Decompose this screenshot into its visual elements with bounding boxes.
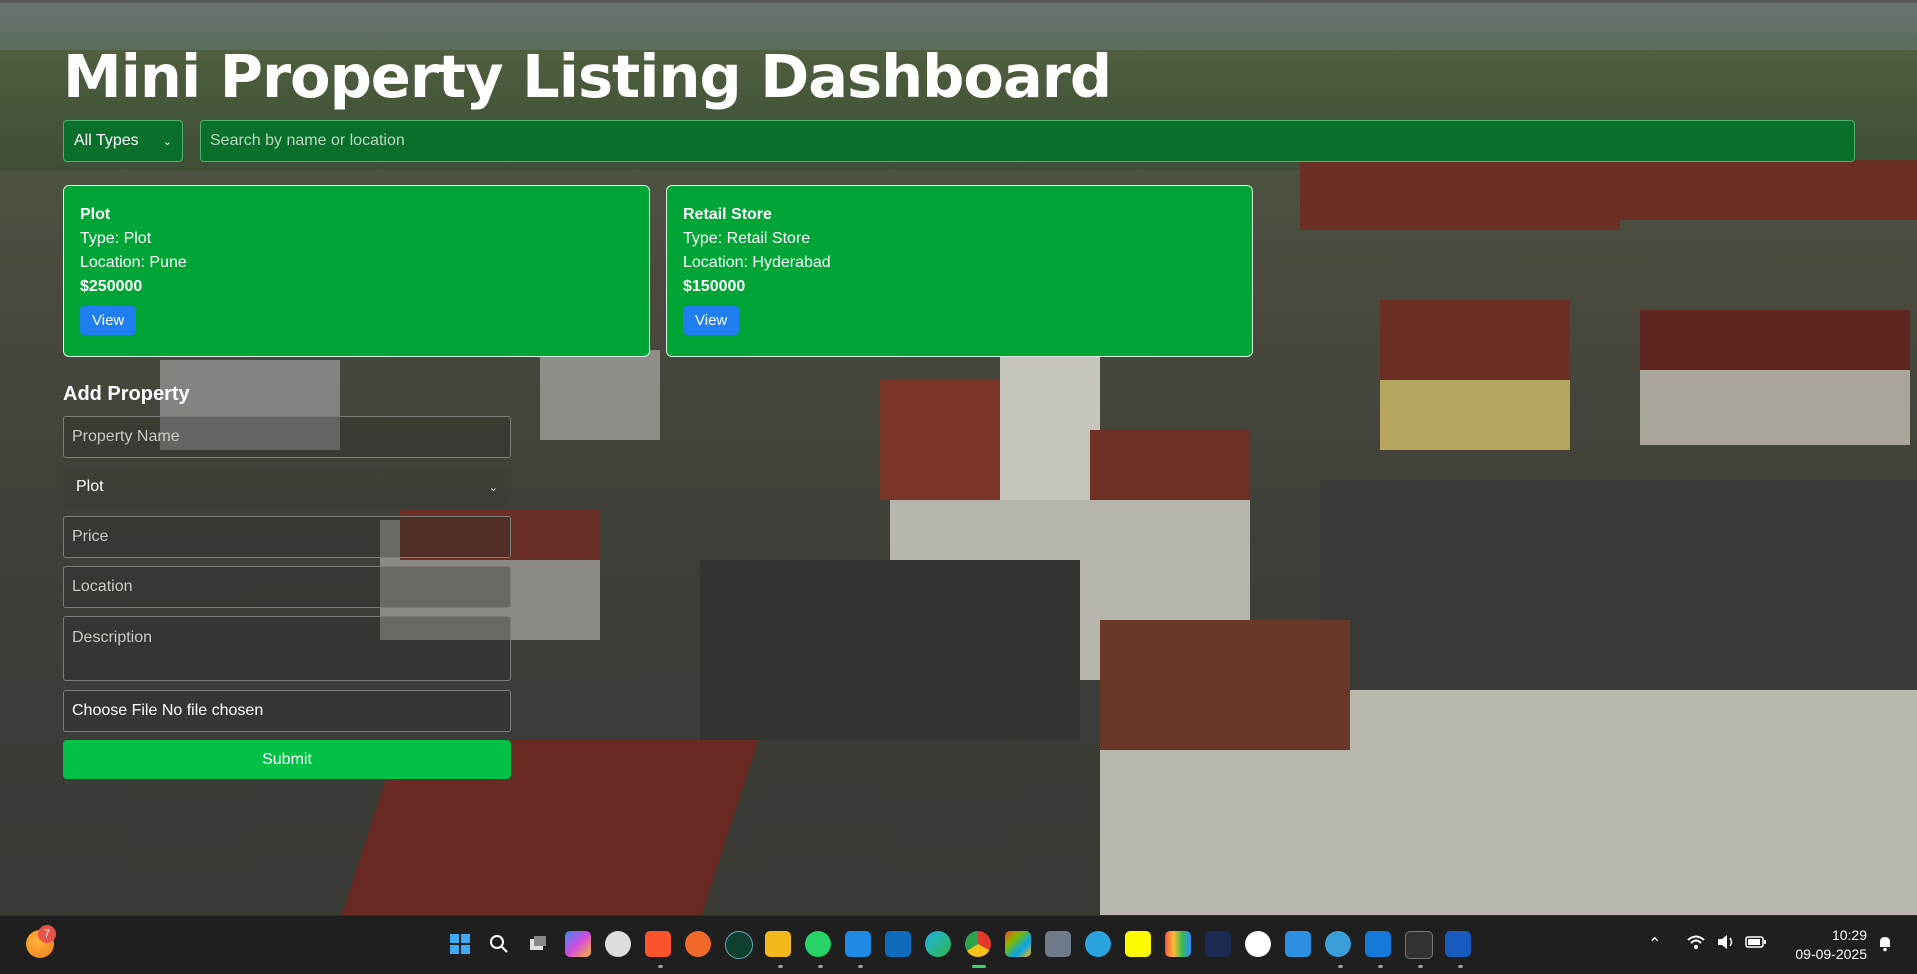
add-property-heading: Add Property — [63, 383, 190, 405]
listing-price: $150000 — [683, 278, 746, 295]
view-button[interactable]: View — [80, 306, 137, 335]
listing-card: Plot Type: Plot Location: Pune $250000 V… — [63, 185, 650, 357]
price-input[interactable]: Price — [63, 516, 511, 558]
github-icon[interactable] — [1245, 931, 1271, 957]
store-icon[interactable] — [1005, 931, 1031, 957]
brave-icon[interactable] — [645, 931, 671, 957]
description-placeholder: Description — [72, 629, 153, 646]
listing-name: Plot — [80, 206, 111, 223]
browser-icon[interactable] — [1325, 931, 1351, 957]
battery-icon[interactable] — [1745, 934, 1767, 953]
task-view-icon[interactable] — [525, 931, 551, 957]
type-filter-value: All Types — [74, 132, 139, 149]
property-type-value: Plot — [76, 478, 104, 495]
file-explorer-icon[interactable] — [765, 931, 791, 957]
listing-location: Location: Pune — [80, 254, 187, 271]
running-indicator — [1458, 965, 1463, 968]
running-indicator — [858, 965, 863, 968]
chevron-down-icon: ⌄ — [162, 135, 172, 148]
whatsapp-web-icon[interactable] — [605, 931, 631, 957]
notification-badge: 7 — [38, 925, 56, 943]
chrome-icon[interactable] — [965, 931, 991, 957]
location-input[interactable]: Location — [63, 566, 511, 608]
listing-price: $250000 — [80, 278, 143, 295]
outlook-icon[interactable] — [885, 931, 911, 957]
library-icon[interactable] — [1165, 931, 1191, 957]
price-placeholder: Price — [72, 528, 109, 545]
clock[interactable]: 10:29 09-09-2025 — [1795, 926, 1867, 964]
search-icon[interactable] — [486, 931, 512, 957]
chevron-down-icon: ⌄ — [488, 481, 498, 494]
notification-bell-icon[interactable] — [1876, 934, 1894, 956]
chevron-up-icon[interactable]: ⌃ — [1648, 934, 1661, 953]
listing-type: Type: Retail Store — [683, 230, 811, 247]
listing-name: Retail Store — [683, 206, 772, 223]
active-indicator — [972, 965, 986, 968]
swift-icon[interactable] — [685, 931, 711, 957]
property-name-input[interactable]: Property Name — [63, 416, 511, 458]
property-type-select[interactable]: Plot ⌄ — [63, 466, 511, 508]
dark-app-icon[interactable] — [725, 931, 753, 959]
listing-location: Location: Hyderabad — [683, 254, 831, 271]
whatsapp-icon[interactable] — [805, 931, 831, 957]
file-input[interactable]: Choose File No file chosen — [63, 690, 511, 732]
clock-time: 10:29 — [1831, 927, 1867, 943]
calculator-icon[interactable] — [1045, 931, 1071, 957]
running-indicator — [778, 965, 783, 968]
edge-icon[interactable] — [925, 931, 951, 957]
view-button[interactable]: View — [683, 306, 740, 335]
listing-type: Type: Plot — [80, 230, 152, 247]
window-top-border — [0, 0, 1917, 3]
volume-icon[interactable] — [1716, 934, 1736, 954]
file-input-label: Choose File No file chosen — [72, 702, 264, 719]
page-title: Mini Property Listing Dashboard — [63, 42, 1112, 111]
type-filter-select[interactable]: All Types ⌄ — [63, 120, 183, 162]
running-indicator — [1338, 965, 1343, 968]
taskbar: 7 ⌃ 10:29 09-09-2025 — [0, 915, 1917, 974]
wifi-icon[interactable] — [1686, 934, 1706, 954]
snapchat-icon[interactable] — [1125, 931, 1151, 957]
running-indicator — [818, 965, 823, 968]
copilot-icon[interactable] — [565, 931, 591, 957]
photos-icon[interactable] — [1285, 931, 1311, 957]
property-name-placeholder: Property Name — [72, 428, 180, 445]
listing-card: Retail Store Type: Retail Store Location… — [666, 185, 1253, 357]
mail-icon[interactable] — [1365, 931, 1391, 957]
description-textarea[interactable]: Description — [63, 616, 511, 681]
start-icon[interactable] — [447, 931, 473, 957]
location-placeholder: Location — [72, 578, 133, 595]
running-indicator — [658, 965, 663, 968]
telegram-icon[interactable] — [1085, 931, 1111, 957]
running-indicator — [1378, 965, 1383, 968]
terminal-icon[interactable] — [1405, 931, 1433, 959]
vscode-icon[interactable] — [845, 931, 871, 957]
search-input[interactable]: Search by name or location — [200, 120, 1855, 162]
running-indicator — [1418, 965, 1423, 968]
dark-square-icon[interactable] — [1205, 931, 1231, 957]
clock-date: 09-09-2025 — [1795, 946, 1867, 962]
search-placeholder: Search by name or location — [210, 132, 405, 149]
submit-button[interactable]: Submit — [63, 740, 511, 779]
word-icon[interactable] — [1445, 931, 1471, 957]
